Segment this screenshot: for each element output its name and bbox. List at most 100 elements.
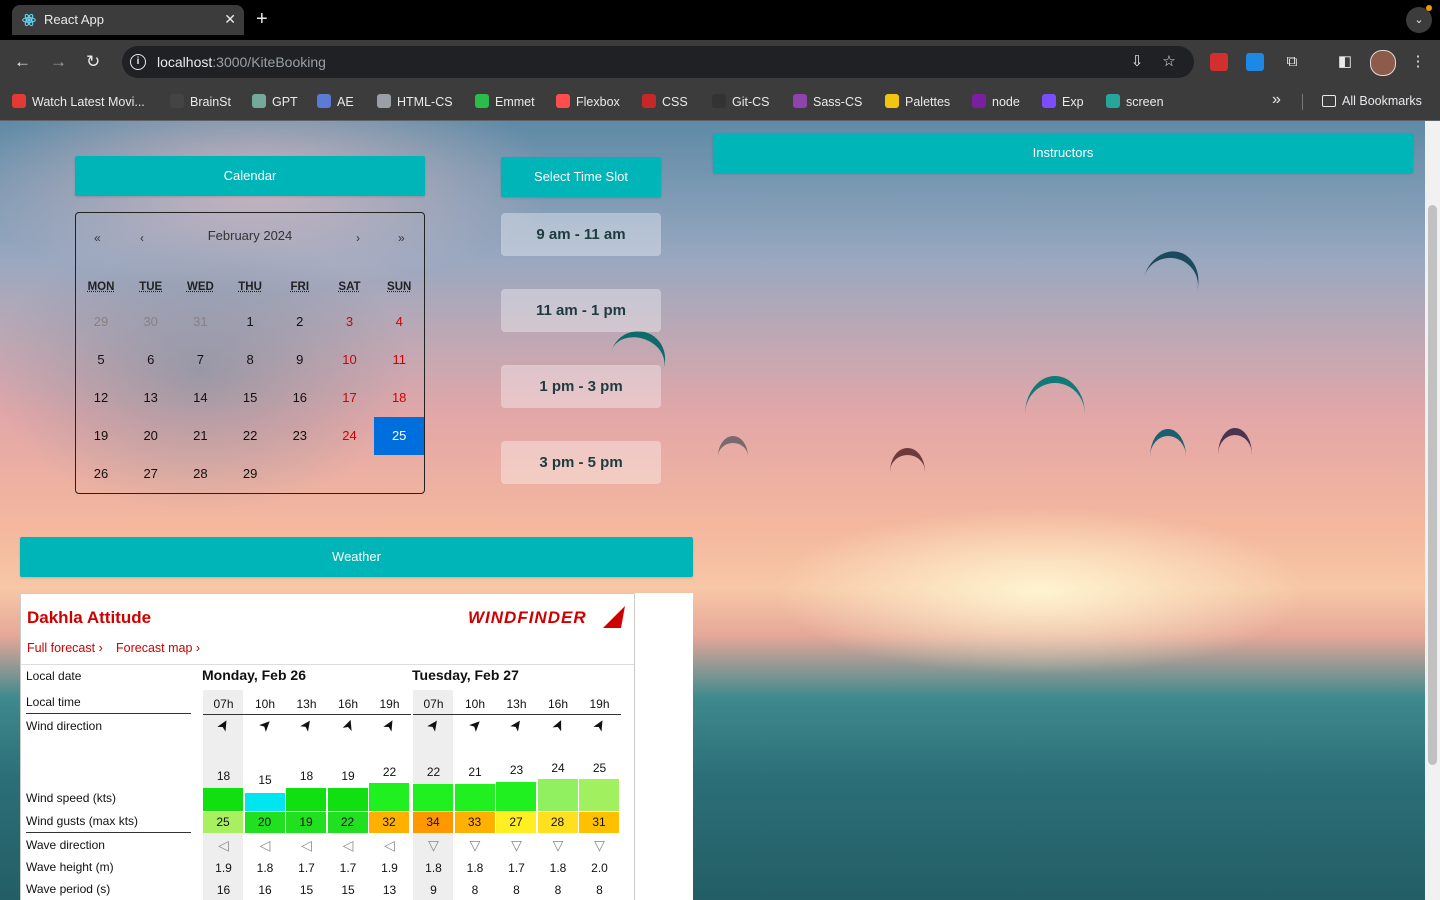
palette-icon xyxy=(885,94,899,108)
calendar-day[interactable]: 31 xyxy=(175,303,225,341)
next-year-button[interactable]: » xyxy=(398,231,405,245)
folder-icon xyxy=(1322,95,1336,107)
bookmark-item[interactable]: screen xyxy=(1106,94,1164,109)
time-slot-button[interactable]: 9 am - 11 am xyxy=(501,213,661,256)
calendar-day[interactable] xyxy=(374,455,424,493)
wind-speed-bar xyxy=(496,782,536,811)
more-bookmarks-icon[interactable]: » xyxy=(1272,91,1281,109)
wind-gust-cell: 27 xyxy=(496,812,536,833)
calendar-day[interactable]: 13 xyxy=(126,379,176,417)
month-label[interactable]: February 2024 xyxy=(76,228,424,243)
calendar-day[interactable]: 4 xyxy=(374,303,424,341)
divider xyxy=(1302,94,1303,110)
wave-period-value: 8 xyxy=(471,883,479,897)
extension-blue-icon[interactable] xyxy=(1246,53,1264,71)
calendar-day[interactable]: 3 xyxy=(325,303,375,341)
extensions-puzzle-icon[interactable]: ⧉ xyxy=(1283,53,1301,71)
wind-speed-bar xyxy=(369,783,409,811)
bookmark-item[interactable]: Emmet xyxy=(475,94,535,109)
openai-icon xyxy=(252,94,266,108)
bookmark-label: Sass-CS xyxy=(813,95,863,109)
install-app-icon[interactable]: ⇩ xyxy=(1128,53,1146,71)
calendar-day[interactable]: 8 xyxy=(225,341,275,379)
bookmark-item[interactable]: HTML-CS xyxy=(377,94,453,109)
bookmark-item[interactable]: Sass-CS xyxy=(793,94,862,109)
close-tab-icon[interactable]: ✕ xyxy=(224,11,236,28)
all-bookmarks-button[interactable]: All Bookmarks xyxy=(1322,94,1422,108)
bookmark-item[interactable]: BrainSt xyxy=(170,94,231,109)
calendar-day[interactable]: 30 xyxy=(126,303,176,341)
calendar-day[interactable]: 26 xyxy=(76,455,126,493)
calendar-day[interactable]: 2 xyxy=(275,303,325,341)
calendar-day[interactable]: 22 xyxy=(225,417,275,455)
profile-avatar[interactable] xyxy=(1370,50,1396,76)
calendar-day[interactable]: 16 xyxy=(275,379,325,417)
calendar-day[interactable]: 17 xyxy=(325,379,375,417)
calendar-day[interactable]: 23 xyxy=(275,417,325,455)
calendar-day[interactable]: 14 xyxy=(175,379,225,417)
next-month-button[interactable]: › xyxy=(356,231,360,245)
calendar-day[interactable]: 18 xyxy=(374,379,424,417)
calendar-day[interactable]: 25 xyxy=(374,417,425,455)
calendar-day[interactable]: 19 xyxy=(76,417,126,455)
calendar-day[interactable] xyxy=(325,455,375,493)
bookmark-item[interactable]: Exp xyxy=(1042,94,1084,109)
bookmark-label: CSS xyxy=(662,95,688,109)
bookmark-item[interactable]: CSS xyxy=(642,94,688,109)
wave-direction-arrow-icon: ▽ xyxy=(552,837,564,853)
calendar-day[interactable]: 24 xyxy=(325,417,375,455)
calendar-day[interactable]: 10 xyxy=(325,341,375,379)
bookmark-item[interactable]: Git-CS xyxy=(712,94,770,109)
browser-tab[interactable]: React App ✕ xyxy=(12,5,244,35)
extension-red-icon[interactable] xyxy=(1210,53,1228,71)
calendar-day[interactable]: 9 xyxy=(275,341,325,379)
weather-header: Weather xyxy=(20,537,693,577)
bookmark-item[interactable]: Watch Latest Movi... xyxy=(12,94,145,109)
bookmark-item[interactable]: Palettes xyxy=(885,94,950,109)
wave-direction-arrow-icon: ◁ xyxy=(301,837,312,853)
forward-icon[interactable]: → xyxy=(50,52,67,72)
wave-height-value: 1.7 xyxy=(298,861,315,875)
bookmark-star-icon[interactable]: ☆ xyxy=(1160,53,1178,71)
scrollbar-thumb[interactable] xyxy=(1428,205,1437,765)
calendar-day[interactable]: 21 xyxy=(175,417,225,455)
calendar-day[interactable]: 29 xyxy=(225,455,275,493)
calendar-day[interactable]: 5 xyxy=(76,341,126,379)
calendar-day[interactable]: 20 xyxy=(126,417,176,455)
bookmark-label: Watch Latest Movi... xyxy=(32,95,145,109)
calendar-day[interactable]: 11 xyxy=(374,341,424,379)
calendar-day[interactable]: 6 xyxy=(126,341,176,379)
time-slot-button[interactable]: 11 am - 1 pm xyxy=(501,289,661,332)
spot-name[interactable]: Dakhla Attitude xyxy=(27,608,151,628)
bookmark-item[interactable]: node xyxy=(972,94,1020,109)
weekday-label: TUE xyxy=(139,281,163,293)
site-info-icon[interactable]: i xyxy=(130,54,146,70)
side-panel-icon[interactable]: ◧ xyxy=(1336,53,1354,71)
wave-period-label: Wave period (s) xyxy=(26,882,111,896)
windfinder-logo[interactable]: WINDFINDER xyxy=(468,608,587,628)
calendar-day[interactable]: 28 xyxy=(175,455,225,493)
wind-speed-value: 18 xyxy=(216,769,231,783)
full-forecast-link[interactable]: Full forecast › xyxy=(27,641,103,655)
calendar-day[interactable]: 27 xyxy=(126,455,176,493)
calendar-day[interactable]: 12 xyxy=(76,379,126,417)
bookmark-item[interactable]: Flexbox xyxy=(556,94,620,109)
time-slot-button[interactable]: 1 pm - 3 pm xyxy=(501,365,661,408)
calendar-day[interactable] xyxy=(275,455,325,493)
weekday-label: FRI xyxy=(290,281,310,293)
address-bar[interactable]: i localhost:3000/KiteBooking ⇩ ☆ xyxy=(122,46,1194,78)
new-tab-icon[interactable]: + xyxy=(256,9,268,29)
calendar-day[interactable]: 7 xyxy=(175,341,225,379)
back-icon[interactable]: ← xyxy=(14,52,31,72)
calendar-day[interactable]: 15 xyxy=(225,379,275,417)
reload-icon[interactable]: ↻ xyxy=(86,52,100,72)
menu-kebab-icon[interactable]: ⋮ xyxy=(1409,53,1427,71)
time-slot-button[interactable]: 3 pm - 5 pm xyxy=(501,441,661,484)
bookmark-item[interactable]: AE xyxy=(317,94,354,109)
url-text[interactable]: localhost:3000/KiteBooking xyxy=(157,54,326,70)
bookmark-item[interactable]: GPT xyxy=(252,94,298,109)
forecast-map-link[interactable]: Forecast map › xyxy=(116,641,200,655)
calendar-day[interactable]: 29 xyxy=(76,303,126,341)
wind-speed-bar xyxy=(413,784,453,811)
calendar-day[interactable]: 1 xyxy=(225,303,275,341)
